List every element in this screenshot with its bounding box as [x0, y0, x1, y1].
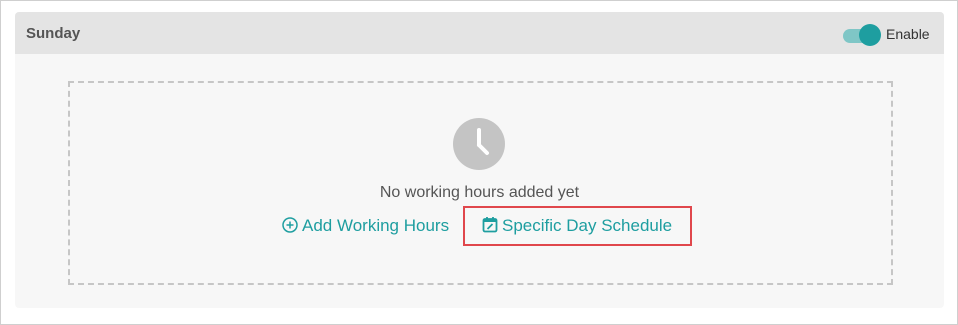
- toggle-knob: [859, 24, 881, 46]
- add-working-hours-label: Add Working Hours: [302, 216, 450, 235]
- add-working-hours-link[interactable]: Add Working Hours: [282, 216, 449, 236]
- enable-toggle[interactable]: [843, 24, 883, 46]
- day-panel: Sunday Enable No working hours added yet…: [15, 12, 944, 308]
- day-panel-header: Sunday Enable: [15, 12, 944, 54]
- clock-icon: [453, 118, 505, 170]
- day-title: Sunday: [26, 25, 81, 42]
- highlight-box: [463, 206, 692, 246]
- empty-state-message: No working hours added yet: [379, 184, 580, 201]
- empty-state-box: [68, 81, 893, 285]
- enable-toggle-label: Enable: [886, 26, 930, 42]
- schedule-frame: Sunday Enable No working hours added yet…: [0, 0, 958, 325]
- plus-circle-icon: [282, 217, 298, 233]
